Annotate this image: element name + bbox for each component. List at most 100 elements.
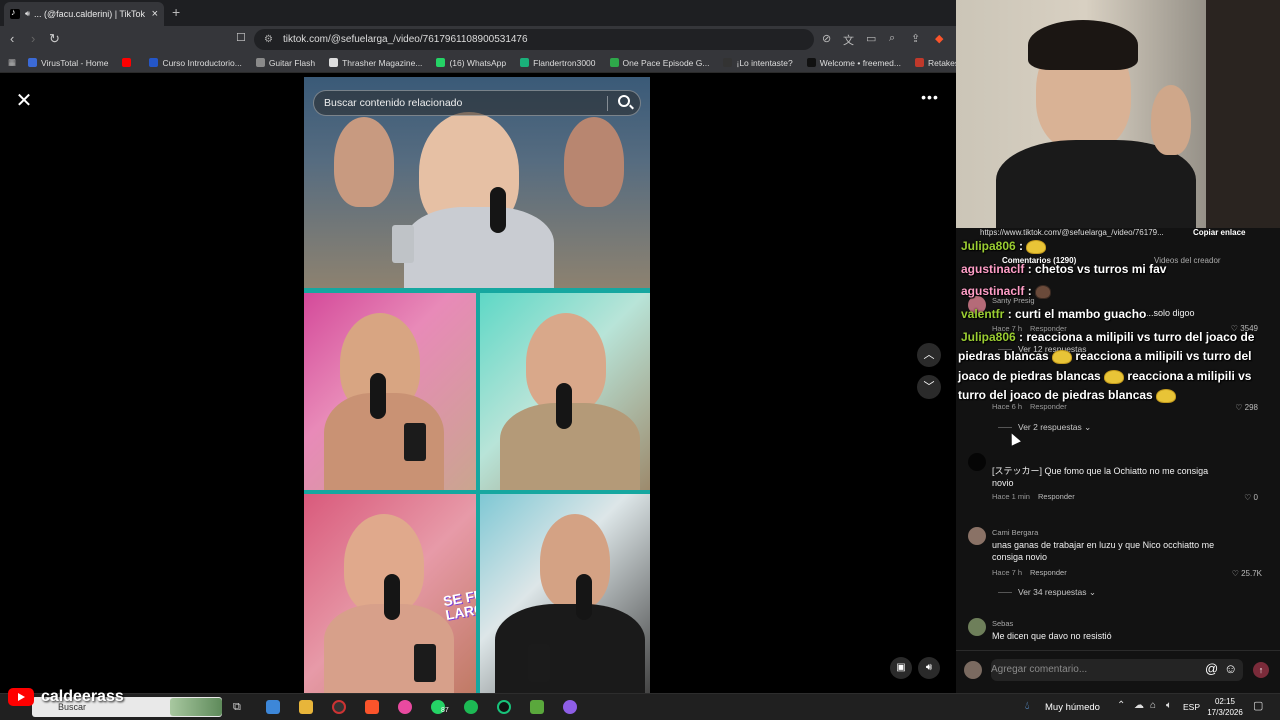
microphone bbox=[556, 383, 572, 429]
bookmark-item[interactable]: Retakes CS bbox=[914, 58, 956, 68]
copy-link-button[interactable]: Copiar enlace bbox=[1193, 228, 1245, 237]
bookmark-item[interactable]: Guitar Flash bbox=[255, 58, 315, 68]
view-replies-button[interactable]: Ver 2 respuestas ⌄ bbox=[998, 422, 1091, 433]
bookmark-item[interactable]: ¡Lo intentaste? bbox=[723, 58, 793, 68]
bookmark-label: One Pace Episode G... bbox=[622, 57, 710, 68]
file-explorer-icon[interactable] bbox=[299, 700, 313, 714]
emote-icon bbox=[1035, 284, 1052, 299]
chat-message-cont: turro del joaco de piedras blancas bbox=[958, 386, 1177, 405]
browser-tab-bar: 🔊︎ ... (@facu.calderini) | TikTok × + bbox=[0, 0, 956, 26]
language-indicator[interactable]: ESP bbox=[1183, 702, 1200, 712]
volume-icon[interactable]: 🔈︎ bbox=[1166, 700, 1172, 711]
emoji-icon[interactable]: ☺ bbox=[1224, 661, 1237, 676]
search-icon[interactable] bbox=[618, 95, 630, 107]
audience-person bbox=[334, 117, 394, 207]
video-panel-right bbox=[480, 293, 650, 490]
bookmarks-bar: ▦ VirusTotal - Home Curso Introductorio..… bbox=[0, 53, 956, 73]
avatar[interactable] bbox=[968, 527, 986, 545]
bookmark-item[interactable]: Curso Introductorio... bbox=[149, 58, 242, 68]
task-view-icon[interactable]: ⧉ bbox=[233, 700, 247, 714]
bookmark-item[interactable]: (16) WhatsApp bbox=[436, 58, 506, 68]
comment-placeholder: Agregar comentario... bbox=[991, 664, 1088, 675]
site-settings-icon[interactable]: ⚙ bbox=[264, 34, 273, 45]
search-placeholder: Buscar contenido relacionado bbox=[324, 97, 463, 109]
like-count[interactable]: ♡ 0 bbox=[1218, 493, 1258, 502]
mention-icon[interactable]: @ bbox=[1205, 661, 1218, 676]
share-icon[interactable]: ⇪ bbox=[911, 32, 920, 45]
reply-button[interactable]: Responder bbox=[1038, 492, 1075, 501]
more-options-icon[interactable]: ••• bbox=[918, 89, 942, 113]
new-tab-button[interactable]: + bbox=[172, 4, 180, 20]
send-icon[interactable]: ↑ bbox=[1253, 662, 1269, 678]
cast-icon[interactable]: ▭ bbox=[866, 32, 876, 45]
tray-chevron-icon[interactable]: ⌃ bbox=[1117, 700, 1125, 711]
bookmark-icon[interactable]: ☐ bbox=[236, 31, 246, 44]
minecraft-icon[interactable] bbox=[530, 700, 544, 714]
like-count[interactable]: ♡ 25.7K bbox=[1222, 569, 1262, 578]
chat-text: reacciona a milipili vs bbox=[1127, 369, 1252, 383]
volume-icon[interactable]: 🔊︎ bbox=[918, 657, 940, 679]
view-replies-button[interactable]: Ver 34 respuestas ⌄ bbox=[998, 587, 1096, 598]
tray-cloud-icon[interactable]: ☁ bbox=[1134, 700, 1144, 711]
zoom-icon[interactable]: ⌕ bbox=[889, 32, 895, 45]
share-url[interactable]: https://www.tiktok.com/@sefuelarga_/vide… bbox=[980, 228, 1164, 237]
bookmark-item[interactable]: VirusTotal - Home bbox=[28, 58, 108, 68]
brave-icon[interactable] bbox=[365, 700, 379, 714]
like-count[interactable]: ♡ 298 bbox=[1218, 403, 1258, 412]
back-icon[interactable]: ‹ bbox=[10, 31, 14, 46]
close-icon[interactable]: ✕ bbox=[13, 90, 35, 112]
close-tab-icon[interactable]: × bbox=[152, 8, 158, 20]
obs-icon[interactable] bbox=[332, 700, 346, 714]
network-icon[interactable]: ⌂ bbox=[1150, 700, 1156, 711]
previous-video-button[interactable]: ︿ bbox=[917, 343, 941, 367]
comment-author[interactable]: Cami Bergara bbox=[992, 528, 1038, 537]
chat-user: Julipa806 bbox=[961, 330, 1016, 344]
app-icon[interactable] bbox=[398, 700, 412, 714]
speaker-icon[interactable]: 🔊︎ bbox=[25, 9, 30, 19]
reply-button[interactable]: Responder bbox=[1030, 568, 1067, 577]
apps-icon[interactable]: ▦ bbox=[8, 57, 16, 68]
comment-text: Me dicen que davo no resistió bbox=[992, 631, 1112, 641]
guest-person bbox=[540, 514, 610, 609]
microphone bbox=[576, 574, 592, 620]
related-search-input[interactable]: Buscar contenido relacionado bbox=[313, 90, 641, 116]
bookmark-item[interactable]: Flandertron3000 bbox=[520, 58, 596, 68]
bookmark-favicon-icon bbox=[723, 58, 733, 67]
address-bar[interactable]: ⚙ tiktok.com/@sefuelarga_/video/76179611… bbox=[254, 29, 814, 50]
clock[interactable]: 02:15 17/3/2026 bbox=[1204, 696, 1246, 718]
chat-message-cont: piedras blancas reacciona a milipili vs … bbox=[958, 347, 1251, 366]
bookmark-label: Thrasher Magazine... bbox=[342, 57, 423, 68]
no-tracking-icon[interactable]: ⊘ bbox=[822, 32, 831, 45]
bookmark-favicon-icon bbox=[122, 58, 132, 67]
weather-text[interactable]: Muy húmedo bbox=[1045, 702, 1100, 713]
chat-message: Julipa806 : bbox=[961, 237, 1047, 256]
translate-icon[interactable]: 文 bbox=[843, 32, 854, 48]
app-icon[interactable] bbox=[497, 700, 511, 714]
tab-tiktok[interactable]: 🔊︎ ... (@facu.calderini) | TikTok × bbox=[4, 2, 164, 26]
forward-icon[interactable]: › bbox=[31, 31, 35, 46]
video-player[interactable]: SE FUE LARGA bbox=[304, 77, 650, 693]
tab-title: ... (@facu.calderini) | TikTok bbox=[34, 9, 146, 19]
avatar[interactable] bbox=[968, 453, 986, 471]
bookmark-item[interactable]: One Pace Episode G... bbox=[609, 57, 710, 68]
next-video-button[interactable]: ﹀ bbox=[917, 375, 941, 399]
avatar bbox=[964, 661, 982, 679]
pip-icon[interactable]: ▣ bbox=[890, 657, 912, 679]
bookmark-item[interactable]: Welcome • freemed... bbox=[806, 58, 901, 68]
video-panel-bottom-right bbox=[480, 494, 650, 693]
reload-icon[interactable]: ↻ bbox=[49, 31, 60, 47]
comment-author[interactable]: Sebas bbox=[992, 619, 1013, 628]
streamer-hair bbox=[1028, 20, 1138, 70]
app-icon[interactable] bbox=[563, 700, 577, 714]
avatar[interactable] bbox=[968, 618, 986, 636]
chat-message: valentfr : curti el mambo guacho bbox=[961, 307, 1147, 321]
video-panel-bottom-left: SE FUE LARGA bbox=[304, 494, 476, 693]
bookmark-item[interactable]: Thrasher Magazine... bbox=[329, 58, 422, 68]
notifications-icon[interactable]: ▢ bbox=[1253, 699, 1263, 712]
youtube-channel-overlay: caldeerass bbox=[8, 686, 124, 708]
spotify-icon[interactable] bbox=[464, 700, 478, 714]
bookmark-item[interactable] bbox=[122, 58, 135, 68]
brave-shield-icon[interactable]: ◆ bbox=[935, 32, 943, 45]
comment-time: Hace 7 h bbox=[992, 568, 1023, 577]
store-icon[interactable] bbox=[266, 700, 280, 714]
